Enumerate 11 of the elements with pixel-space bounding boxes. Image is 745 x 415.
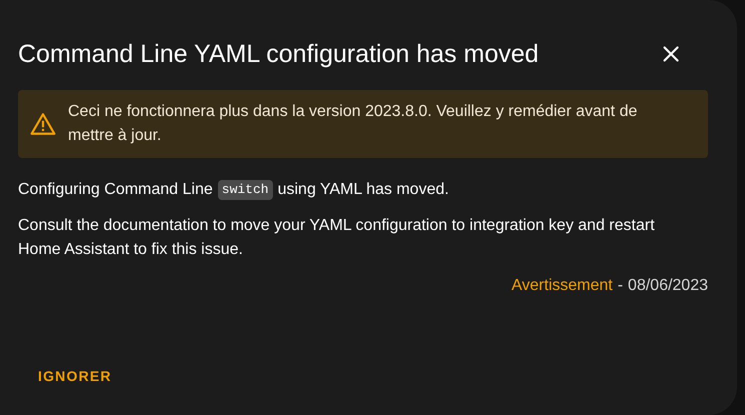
ignore-button[interactable]: IGNORER (26, 358, 124, 395)
body-text: Consult the documentation to move your YAML configuration to integration key and restart Home Assistant to fix this issue. (18, 216, 656, 260)
separator-text: - (618, 276, 623, 296)
body-text: Configuring Command Line (18, 180, 213, 200)
code-snippet: switch (218, 180, 273, 200)
issue-date: 08/06/2023 (628, 276, 708, 296)
severity-label: Avertissement (512, 276, 613, 296)
dialog-title: Command Line YAML configuration has moved (18, 39, 539, 70)
body-text: using YAML has moved. (278, 180, 449, 200)
alert-text: Ceci ne fonctionnera plus dans la version 2023.8.0. Veuillez y remédier avant de mettre à jour. (68, 102, 638, 146)
warning-icon (30, 112, 56, 136)
